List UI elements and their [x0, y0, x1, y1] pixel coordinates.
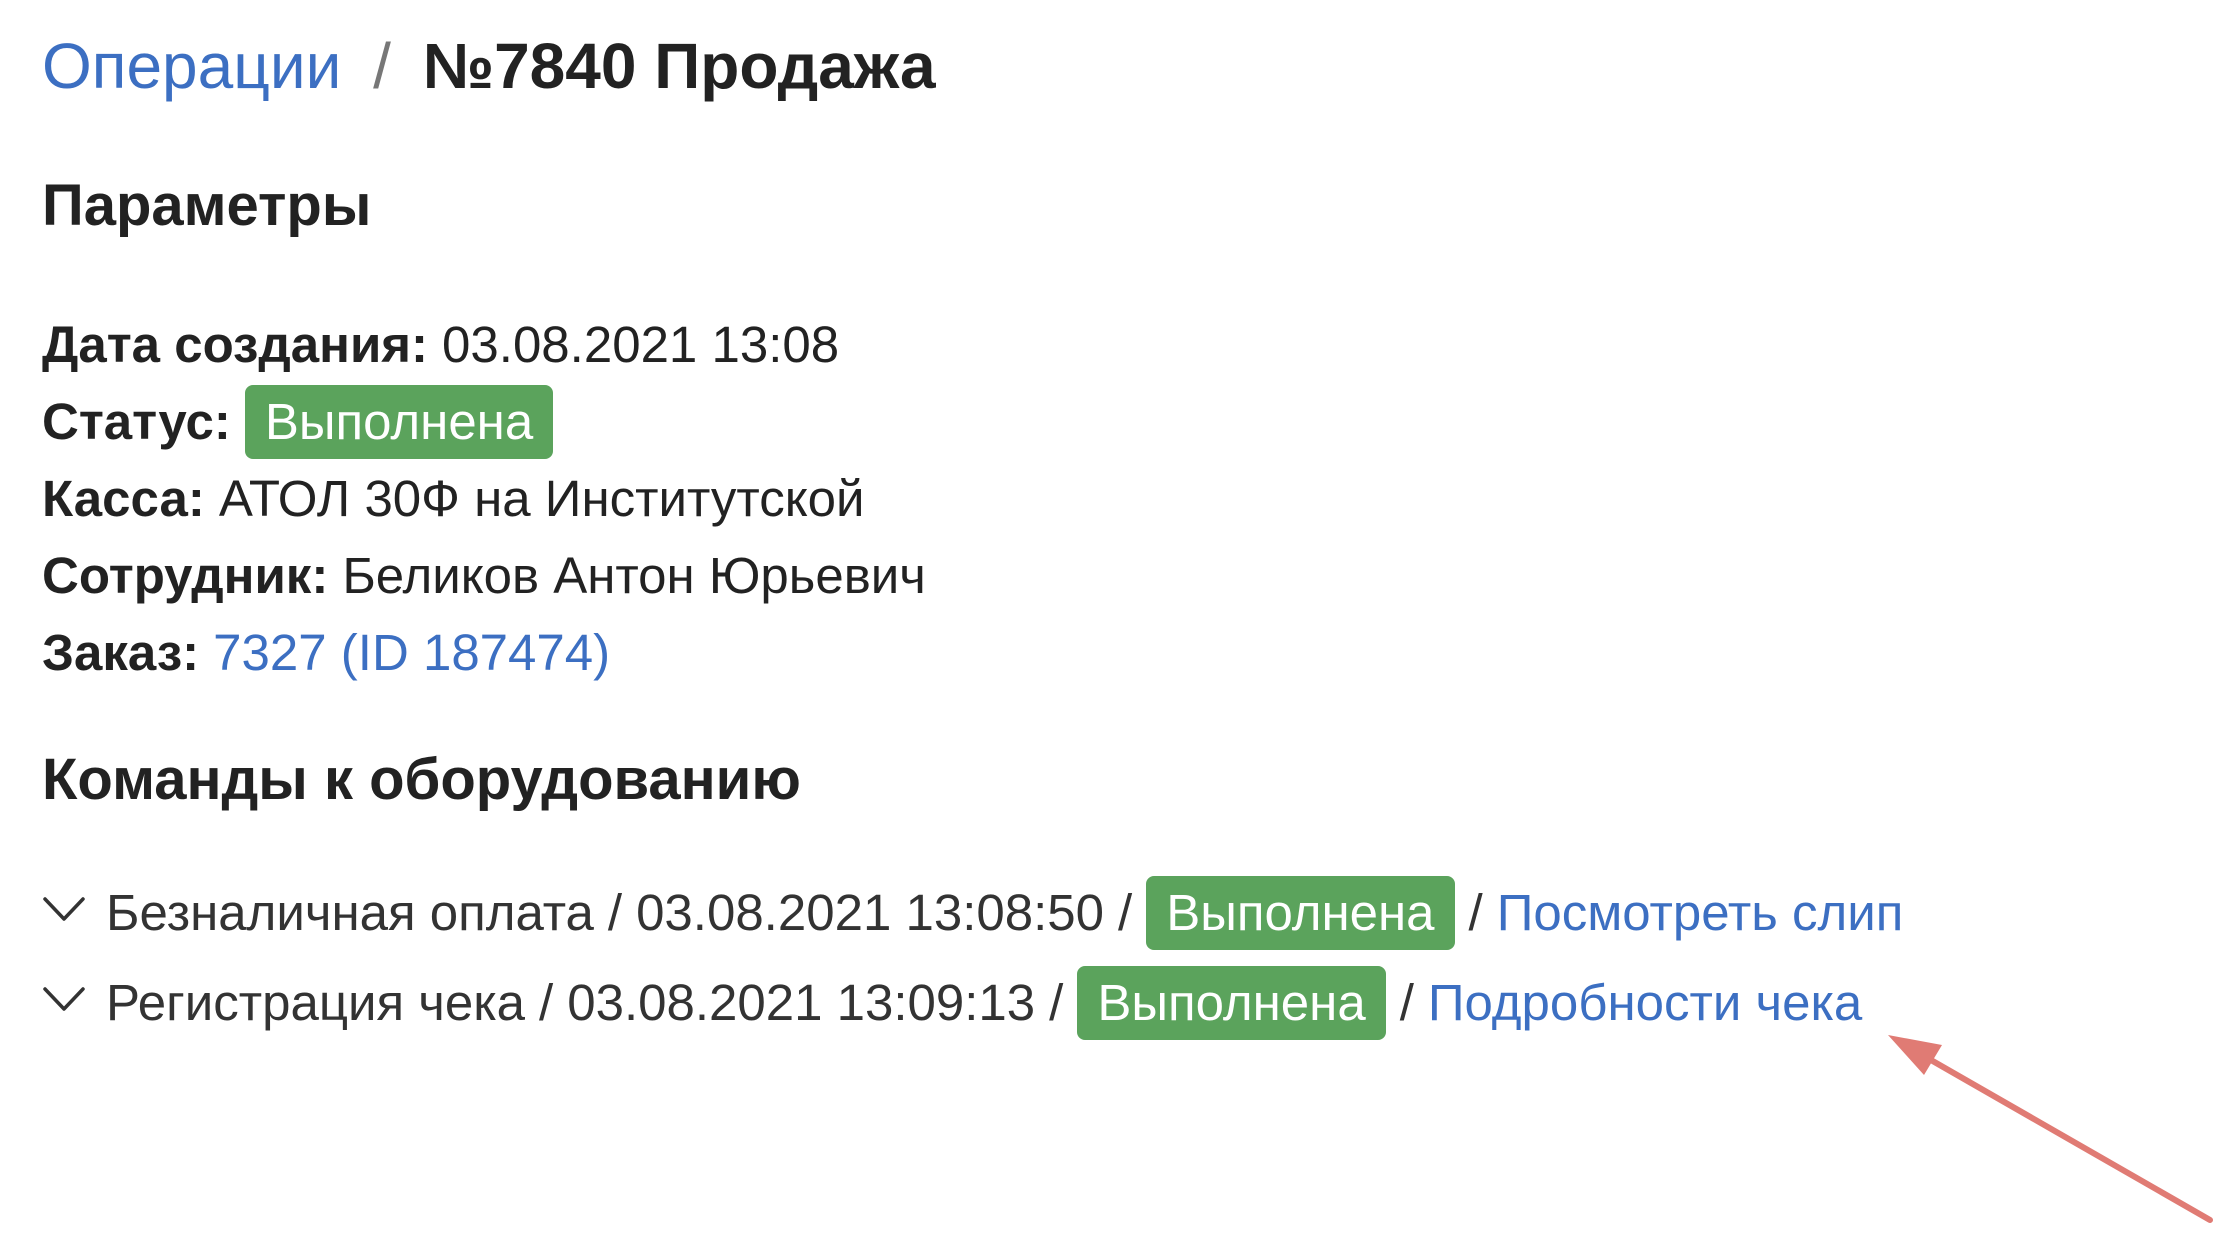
param-order: Заказ: 7327 (ID 187474) — [42, 614, 926, 691]
param-employee-label: Сотрудник: — [42, 547, 329, 604]
command-datetime: 03.08.2021 13:08:50 — [636, 884, 1105, 941]
separator: / — [1049, 974, 1064, 1031]
separator: / — [1399, 974, 1414, 1031]
command-status-badge: Выполнена — [1077, 966, 1386, 1040]
breadcrumb: Операции / №7840 Продажа — [42, 24, 936, 108]
params-section-title: Параметры — [42, 173, 372, 238]
command-row: Безналичная оплата / 03.08.2021 13:08:50… — [42, 868, 1903, 958]
param-created-label: Дата создания: — [42, 316, 429, 373]
command-name: Безналичная оплата — [106, 884, 594, 941]
commands-section-title: Команды к оборудованию — [42, 747, 801, 812]
commands-list: Безналичная оплата / 03.08.2021 13:08:50… — [42, 868, 1903, 1048]
order-link[interactable]: 7327 (ID 187474) — [213, 614, 610, 691]
param-cashier-label: Касса: — [42, 470, 205, 527]
status-badge: Выполнена — [244, 384, 554, 459]
chevron-down-icon[interactable] — [42, 868, 94, 958]
arrow-annotation-icon — [1888, 1035, 2213, 1223]
breadcrumb-operations-link[interactable]: Операции — [42, 30, 341, 102]
page-title: №7840 Продажа — [422, 30, 936, 102]
param-status: Статус: Выполнена — [42, 383, 926, 460]
chevron-down-icon[interactable] — [42, 958, 94, 1048]
param-employee: Сотрудник: Беликов Антон Юрьевич — [42, 537, 926, 614]
separator: / — [607, 884, 623, 941]
params-list: Дата создания: 03.08.2021 13:08 Статус: … — [42, 306, 926, 691]
param-employee-value: Беликов Антон Юрьевич — [342, 547, 926, 604]
param-status-label: Статус: — [42, 393, 231, 450]
command-name: Регистрация чека — [106, 974, 526, 1031]
view-slip-link[interactable]: Посмотреть слип — [1497, 868, 1904, 958]
param-cashier: Касса: АТОЛ 30Ф на Институтской — [42, 460, 926, 537]
separator: / — [1468, 884, 1483, 941]
command-status-badge: Выполнена — [1146, 876, 1455, 950]
param-order-label: Заказ: — [42, 624, 200, 681]
separator: / — [539, 974, 554, 1031]
param-created-value: 03.08.2021 13:08 — [442, 316, 840, 373]
breadcrumb-separator: / — [373, 30, 391, 102]
param-cashier-value: АТОЛ 30Ф на Институтской — [218, 470, 865, 527]
param-created: Дата создания: 03.08.2021 13:08 — [42, 306, 926, 383]
command-datetime: 03.08.2021 13:09:13 — [567, 974, 1036, 1031]
separator: / — [1118, 884, 1133, 941]
command-row: Регистрация чека / 03.08.2021 13:09:13 /… — [42, 958, 1903, 1048]
receipt-details-link[interactable]: Подробности чека — [1428, 958, 1862, 1048]
